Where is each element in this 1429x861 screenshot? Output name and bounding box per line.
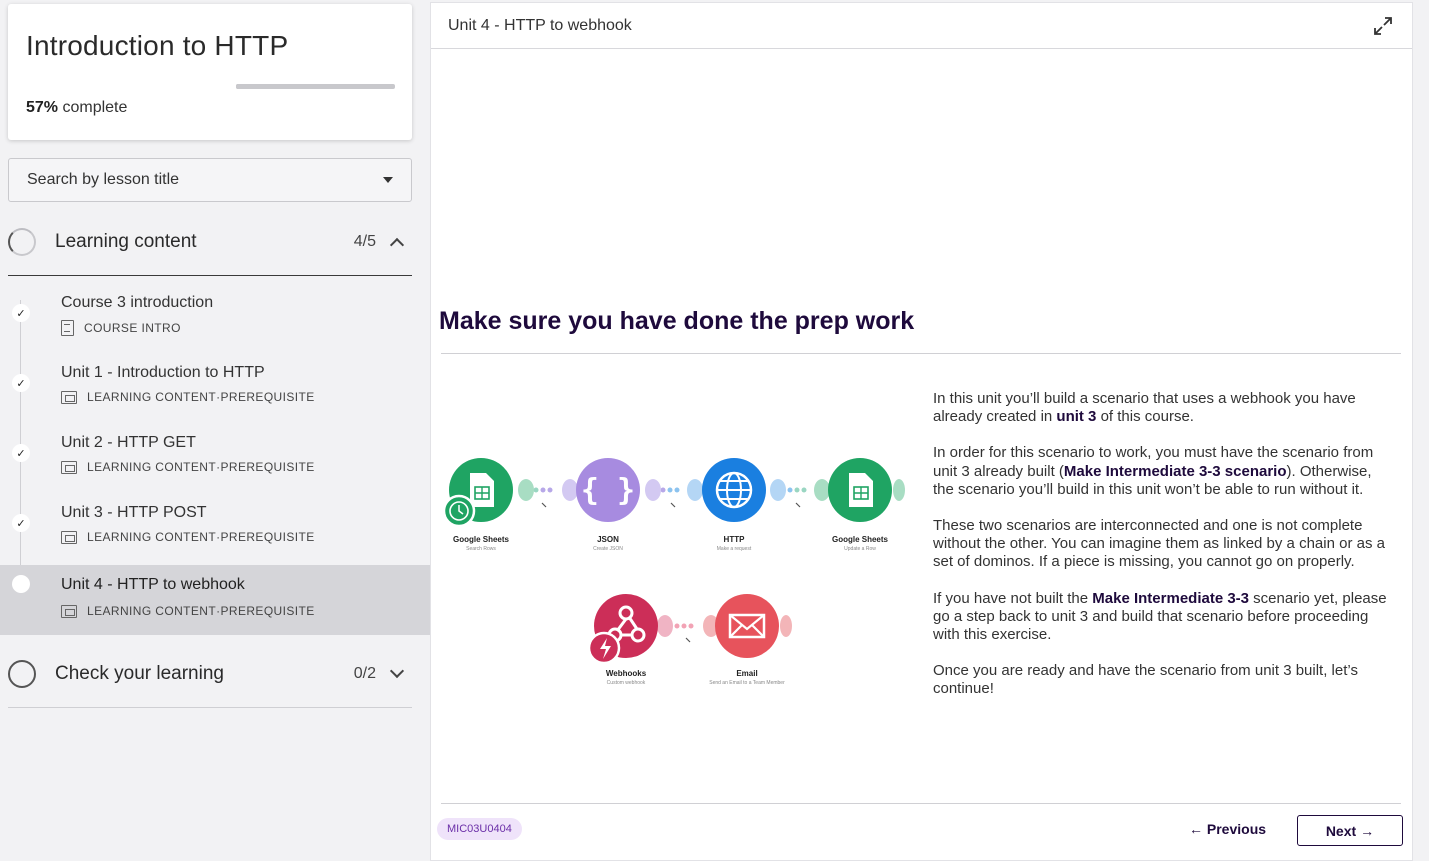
section-check-your-learning[interactable]: Check your learning 0/2 — [8, 640, 412, 708]
content-icon — [61, 604, 77, 618]
progress-bar — [236, 84, 395, 89]
divider — [441, 353, 1401, 354]
progress-percent: 57% — [26, 99, 59, 116]
lesson-item-unit-4[interactable]: Unit 4 - HTTP to webhook LEARNING CONTEN… — [0, 565, 430, 635]
paragraph: If you have not built the Make Intermedi… — [933, 589, 1387, 644]
lesson-search-placeholder: Search by lesson title — [27, 171, 180, 188]
lesson-type: LEARNING CONTENT — [87, 460, 217, 474]
node-label: Webhooks — [606, 669, 647, 678]
lesson-item-course-intro[interactable]: ✓ Course 3 introduction COURSE INTRO — [0, 292, 430, 362]
paragraph: These two scenarios are interconnected a… — [933, 517, 1385, 571]
lesson-tag: PREREQUISITE — [220, 460, 315, 474]
lesson-header: Unit 4 - HTTP to webhook — [431, 3, 1412, 49]
arrow-right-icon: → — [1360, 822, 1375, 839]
section-title: Check your learning — [55, 662, 224, 684]
paragraph: In this unit you’ll build a scenario tha… — [933, 390, 1356, 426]
lesson-type: COURSE INTRO — [84, 321, 181, 335]
previous-button[interactable]: ← Previous — [1189, 821, 1266, 837]
node-sublabel: Make a request — [717, 546, 752, 552]
connector-4 — [674, 623, 694, 629]
lesson-code-badge: MIC03U0404 — [437, 818, 522, 840]
section-count: 0/2 — [353, 664, 376, 682]
lesson-type: LEARNING CONTENT — [87, 390, 217, 404]
connector-1 — [533, 487, 553, 493]
node-label: HTTP — [724, 535, 746, 544]
lesson-title: Unit 4 - HTTP to webhook — [61, 576, 245, 593]
lesson-meta: LEARNING CONTENT · PREREQUISITE — [61, 390, 315, 404]
lesson-item-unit-2[interactable]: ✓ Unit 2 - HTTP GET LEARNING CONTENT · P… — [0, 432, 430, 502]
node-sublabel: Search Rows — [466, 546, 496, 552]
lesson-meta: LEARNING CONTENT · PREREQUISITE — [61, 460, 315, 474]
node-label: JSON — [597, 535, 619, 544]
lesson-header-title: Unit 4 - HTTP to webhook — [448, 16, 632, 34]
webhook-icon — [587, 594, 673, 665]
check-icon: ✓ — [12, 514, 30, 532]
current-lesson-dot-icon — [12, 575, 30, 593]
section-title: Learning content — [55, 230, 197, 252]
scenario-diagram: Google Sheets Search Rows { } JSON Creat… — [442, 458, 905, 686]
connector-3 — [787, 487, 807, 493]
check-icon: ✓ — [12, 304, 30, 322]
progress-suffix: complete — [58, 99, 128, 116]
content-icon — [61, 530, 77, 544]
course-card: Introduction to HTTP 57% complete — [8, 4, 412, 140]
lesson-title: Unit 3 - HTTP POST — [61, 504, 207, 521]
lesson-search-select[interactable]: Search by lesson title — [8, 158, 412, 202]
expand-icon[interactable] — [1374, 17, 1392, 35]
chevron-up-icon — [389, 237, 405, 252]
lesson-tag: PREREQUISITE — [220, 390, 315, 404]
lesson-title: Unit 2 - HTTP GET — [61, 434, 196, 451]
progress-ring-icon — [8, 227, 36, 256]
content-icon — [61, 390, 77, 404]
lesson-body: In this unit you’ll build a scenario tha… — [933, 390, 1395, 717]
section-count: 4/5 — [353, 232, 376, 250]
node-label: Email — [736, 669, 757, 678]
course-title: Introduction to HTTP — [26, 30, 289, 61]
arrow-left-icon: ← — [1189, 821, 1203, 837]
lesson-item-unit-1[interactable]: ✓ Unit 1 - Introduction to HTTP LEARNING… — [0, 362, 430, 432]
next-label: Next — [1325, 822, 1357, 839]
node-sublabel: Send an Email to a Team Member — [709, 680, 785, 686]
paragraph: Once you are ready and have the scenario… — [933, 662, 1358, 698]
caret-down-icon — [383, 177, 393, 183]
progress-text: 57% complete — [26, 99, 127, 117]
lesson-content-panel: Unit 4 - HTTP to webhook Make sure you h… — [430, 2, 1413, 861]
chevron-down-icon — [389, 663, 405, 678]
connector-2 — [660, 487, 680, 493]
lesson-item-unit-3[interactable]: ✓ Unit 3 - HTTP POST LEARNING CONTENT · … — [0, 502, 430, 572]
lesson-title: Course 3 introduction — [61, 294, 214, 311]
section-learning-content[interactable]: Learning content 4/5 — [8, 208, 412, 276]
node-sublabel: Custom webhook — [607, 680, 646, 686]
lesson-type: LEARNING CONTENT — [87, 530, 217, 544]
document-icon — [61, 320, 74, 336]
node-sublabel: Update a Row — [844, 546, 876, 552]
previous-label: Previous — [1206, 821, 1267, 837]
next-button[interactable]: Next → — [1297, 815, 1403, 846]
globe-icon — [687, 458, 786, 522]
lesson-meta: COURSE INTRO — [61, 320, 181, 336]
footer-divider — [441, 803, 1401, 804]
lesson-heading: Make sure you have done the prep work — [439, 307, 915, 335]
paragraph: In order for this scenario to work, you … — [933, 444, 1374, 498]
sheets-icon — [442, 458, 534, 528]
progress-ring-icon — [8, 659, 36, 688]
lesson-meta: LEARNING CONTENT · PREREQUISITE — [61, 530, 315, 544]
json-icon: { } — [562, 458, 661, 522]
svg-text:{ }: { } — [581, 473, 635, 508]
node-label: Google Sheets — [453, 535, 510, 544]
check-icon: ✓ — [12, 444, 30, 462]
node-label: Google Sheets — [832, 535, 889, 544]
lesson-tag: PREREQUISITE — [220, 530, 315, 544]
email-icon — [703, 594, 792, 658]
node-sublabel: Create JSON — [593, 546, 623, 552]
progress-bar-fill — [236, 84, 327, 89]
lesson-meta: LEARNING CONTENT · PREREQUISITE — [61, 604, 315, 618]
check-icon: ✓ — [12, 374, 30, 392]
lesson-type: LEARNING CONTENT — [87, 604, 217, 618]
content-icon — [61, 460, 77, 474]
sheets-icon — [814, 458, 905, 522]
lesson-tag: PREREQUISITE — [220, 604, 315, 618]
lesson-title: Unit 1 - Introduction to HTTP — [61, 364, 265, 381]
